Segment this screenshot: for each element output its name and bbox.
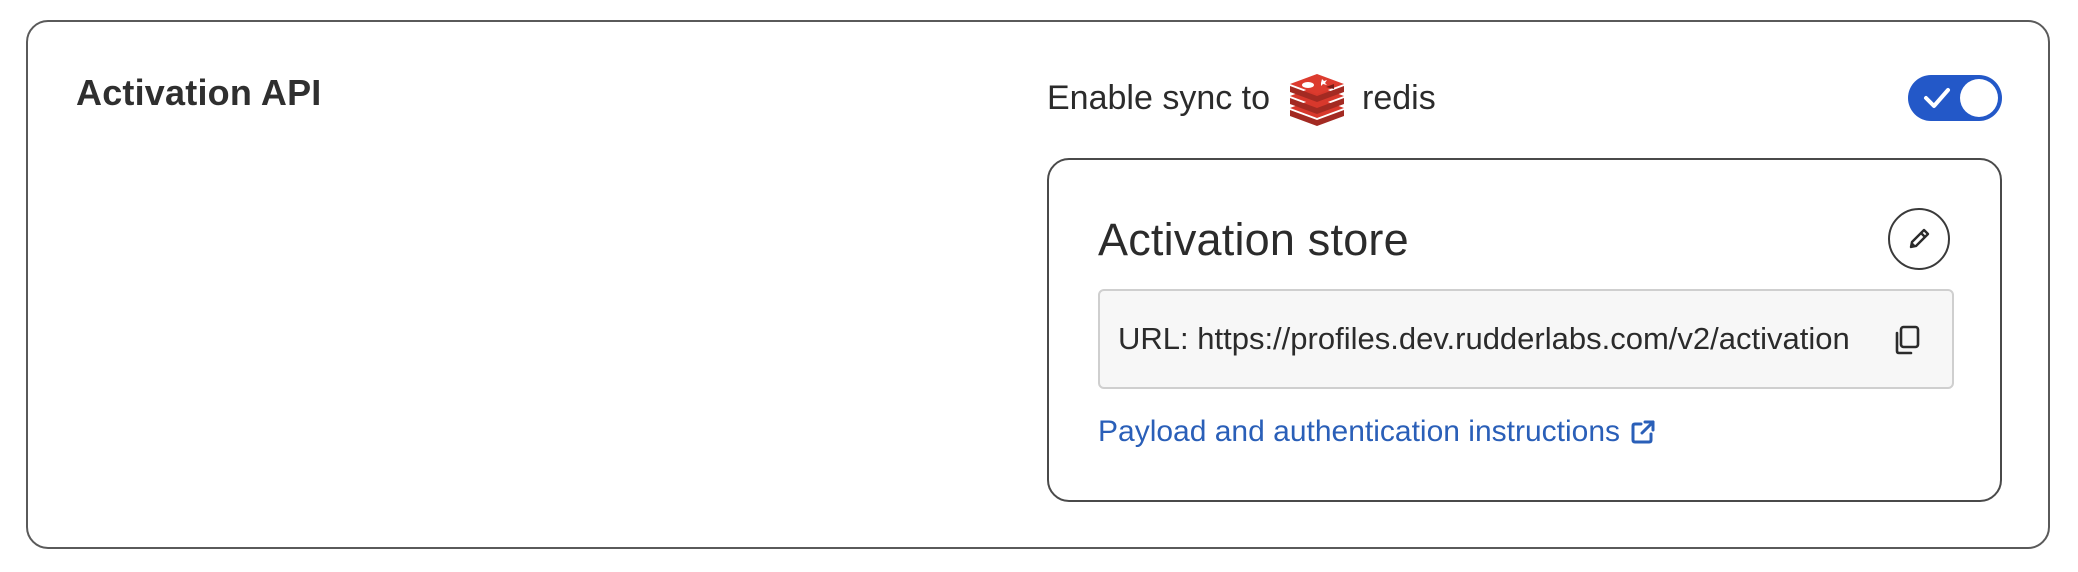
url-value: URL: https://profiles.dev.rudderlabs.com… [1118, 321, 1850, 356]
section-title: Activation API [76, 72, 322, 113]
redis-logo-icon [1290, 74, 1345, 126]
sync-label: Enable sync to [1047, 78, 1271, 117]
activation-store-card: Activation store URL: https://profiles.d… [1047, 158, 2002, 502]
checkmark-icon [1924, 88, 1950, 108]
store-title: Activation store [1098, 214, 1409, 265]
pencil-icon [1909, 228, 1930, 249]
sync-toggle[interactable] [1908, 75, 2002, 121]
payload-link-label: Payload and authentication instructions [1098, 415, 1621, 448]
url-field: URL: https://profiles.dev.rudderlabs.com… [1098, 289, 1954, 389]
copy-icon[interactable] [1890, 323, 1924, 357]
toggle-knob [1960, 79, 1998, 117]
sync-row: Enable sync to redis [1047, 66, 1436, 130]
edit-button[interactable] [1888, 208, 1950, 270]
sync-destination-name: redis [1362, 78, 1436, 117]
payload-instructions-link[interactable]: Payload and authentication instructions [1098, 415, 1658, 449]
external-link-icon [1631, 420, 1655, 444]
